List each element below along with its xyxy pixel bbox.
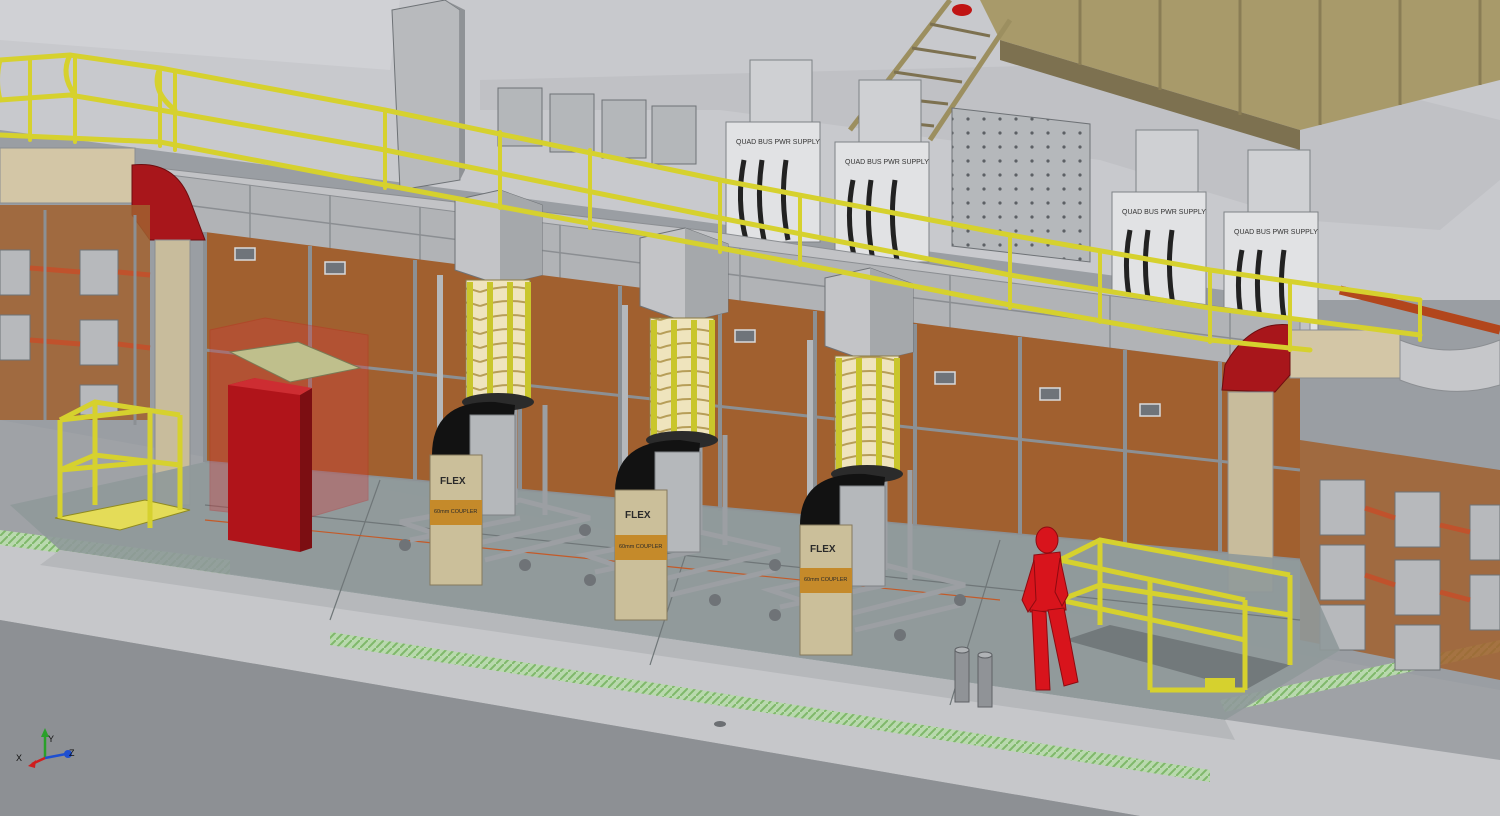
ps-top (1135, 129, 1199, 201)
red-cabinet-side (300, 388, 312, 552)
right-duct-flex (1399, 339, 1500, 392)
red-cabinet-front (228, 378, 300, 552)
right-duct (1289, 329, 1401, 379)
platform-hatch (1205, 678, 1235, 688)
coupler-label: 60mm COUPLER (804, 577, 847, 583)
ps-top (1247, 149, 1311, 221)
ps-label: QUAD BUS PWR SUPPLY (1234, 229, 1318, 236)
coupler-label: 60mm COUPLER (434, 509, 477, 515)
ps-label: QUAD BUS PWR SUPPLY (1122, 209, 1206, 216)
flex-label: FLEX (440, 476, 466, 487)
ps-label: QUAD BUS PWR SUPPLY (736, 139, 820, 146)
coil-stack (834, 355, 900, 473)
red-valve-handle (952, 4, 972, 16)
left-duct (0, 147, 136, 204)
axis-x-label: X (16, 753, 22, 763)
ps-top (749, 59, 813, 131)
axis-z-label: Z (69, 748, 75, 758)
coil-stack (649, 317, 715, 439)
flex-label: FLEX (810, 544, 836, 555)
cad-scene: QUAD BUS PWR SUPPLY QUAD BUS PWR SUPPLY … (0, 0, 1500, 816)
floor-drain (714, 721, 726, 727)
ps-label: QUAD BUS PWR SUPPLY (845, 159, 929, 166)
flex-label: FLEX (625, 510, 651, 521)
left-rack (0, 205, 151, 425)
coupler-label: 60mm COUPLER (619, 544, 662, 550)
coil-stack (465, 279, 531, 401)
figure-head (1035, 526, 1059, 554)
axis-y-label: Y (48, 734, 54, 744)
ps-top (858, 79, 922, 151)
